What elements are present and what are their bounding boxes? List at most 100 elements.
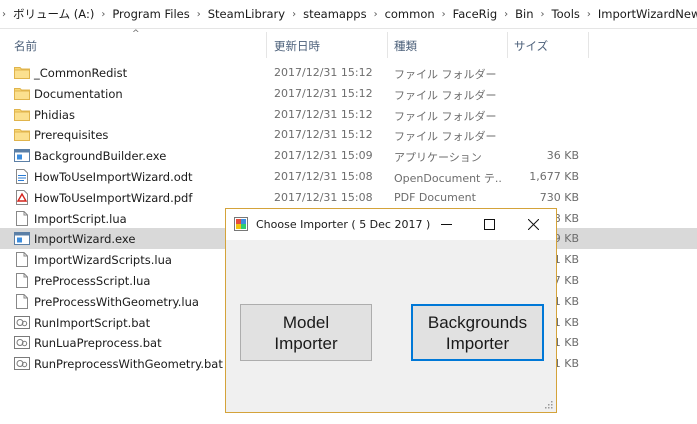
- file-size: 1 KB: [553, 294, 579, 308]
- sort-ascending-icon: ^: [132, 29, 140, 39]
- file-row[interactable]: Phidias 2017/12/31 15:12 ファイル フォルダー: [0, 104, 697, 125]
- file-type: PDF Document: [394, 190, 476, 204]
- breadcrumb-item[interactable]: Program Files: [111, 7, 190, 21]
- column-header-size[interactable]: サイズ: [514, 38, 548, 54]
- file-date: 2017/12/31 15:12: [274, 107, 373, 121]
- backgrounds-importer-button[interactable]: Backgrounds Importer: [411, 304, 544, 361]
- file-date: 2017/12/31 15:08: [274, 190, 373, 204]
- file-size: 730 KB: [539, 190, 579, 204]
- column-header-bar: ^ 名前 更新日時 種類 サイズ: [0, 28, 697, 60]
- file-size: 1 KB: [553, 357, 579, 371]
- bat-icon: [14, 356, 30, 371]
- backgrounds-importer-label-line2: Importer: [445, 333, 510, 353]
- document-icon: [14, 210, 30, 226]
- folder-icon: [14, 127, 30, 142]
- exe-icon: [14, 148, 30, 163]
- breadcrumb-separator-icon[interactable]: ›: [498, 9, 514, 20]
- file-name: RunPreprocessWithGeometry.bat: [34, 357, 223, 372]
- file-row[interactable]: HowToUseImportWizard.pdf 2017/12/31 15:08…: [0, 187, 697, 208]
- address-breadcrumb[interactable]: › ボリューム (A:) › Program Files › SteamLibrary › s…: [0, 0, 697, 29]
- close-button[interactable]: [511, 209, 555, 240]
- file-date: 2017/12/31 15:08: [274, 169, 373, 183]
- file-type: ファイル フォルダー: [394, 109, 497, 123]
- file-type: アプリケーション: [394, 151, 482, 165]
- file-name: Documentation: [34, 86, 123, 101]
- breadcrumb-item[interactable]: common: [384, 7, 436, 21]
- breadcrumb-item[interactable]: SteamLibrary: [207, 7, 286, 21]
- backgrounds-importer-label: Backgrounds Importer: [428, 312, 527, 354]
- bat-icon: [14, 315, 30, 330]
- file-size: 36 KB: [546, 149, 579, 163]
- breadcrumb-item[interactable]: FaceRig: [452, 7, 499, 21]
- breadcrumb-item[interactable]: Bin: [514, 7, 534, 21]
- file-size: 7 KB: [553, 273, 579, 287]
- file-row[interactable]: BackgroundBuilder.exe 2017/12/31 15:09 アプリ…: [0, 145, 697, 166]
- file-size: 9 KB: [553, 232, 579, 246]
- minimize-icon: [440, 224, 452, 225]
- dialog-title: Choose Importer ( 5 Dec 2017 ): [256, 218, 431, 231]
- file-row[interactable]: HowToUseImportWizard.odt 2017/12/31 15:08…: [0, 166, 697, 187]
- file-type: ファイル フォルダー: [394, 88, 497, 102]
- odt-icon: [14, 168, 30, 184]
- file-type: OpenDocument テ...: [394, 171, 502, 185]
- breadcrumb-item[interactable]: ImportWizardNew: [597, 7, 697, 21]
- file-name: BackgroundBuilder.exe: [34, 149, 167, 164]
- column-divider[interactable]: [588, 32, 589, 58]
- document-icon: [14, 252, 30, 268]
- maximize-button[interactable]: [467, 209, 511, 240]
- breadcrumb-separator-icon[interactable]: ›: [368, 9, 384, 20]
- file-name: Phidias: [34, 107, 75, 122]
- file-name: ImportScript.lua: [34, 211, 127, 226]
- file-row[interactable]: _CommonRedist 2017/12/31 15:12 ファイル フォルダー: [0, 62, 697, 83]
- breadcrumb-separator-icon[interactable]: ›: [0, 9, 12, 20]
- file-name: RunLuaPreprocess.bat: [34, 336, 162, 351]
- model-importer-button[interactable]: Model Importer: [240, 304, 372, 361]
- column-header-type[interactable]: 種類: [394, 38, 417, 54]
- model-importer-label: Model Importer: [274, 312, 337, 354]
- breadcrumb-item[interactable]: ボリューム (A:): [12, 6, 95, 22]
- dialog-title-bar[interactable]: Choose Importer ( 5 Dec 2017 ): [226, 209, 556, 240]
- resize-grip-icon[interactable]: [545, 401, 553, 409]
- minimize-button[interactable]: [424, 209, 468, 240]
- close-icon: [527, 219, 539, 230]
- folder-icon: [14, 65, 30, 80]
- file-name: ImportWizardScripts.lua: [34, 253, 172, 268]
- column-header-date[interactable]: 更新日時: [274, 38, 320, 54]
- breadcrumb-separator-icon[interactable]: ›: [95, 9, 111, 20]
- breadcrumb-item[interactable]: steamapps: [302, 7, 367, 21]
- column-divider[interactable]: [507, 32, 508, 58]
- breadcrumb-separator-icon[interactable]: ›: [535, 9, 551, 20]
- breadcrumb-separator-icon[interactable]: ›: [436, 9, 452, 20]
- file-row[interactable]: Prerequisites 2017/12/31 15:12 ファイル フォルダー: [0, 124, 697, 145]
- file-date: 2017/12/31 15:12: [274, 66, 373, 79]
- document-icon: [14, 272, 30, 288]
- document-icon: [14, 293, 30, 309]
- file-size: 1,677 KB: [529, 169, 579, 183]
- file-date: 2017/12/31 15:12: [274, 128, 373, 142]
- pdf-icon: [14, 189, 30, 205]
- file-name: HowToUseImportWizard.odt: [34, 169, 193, 184]
- file-name: ImportWizard.exe: [34, 232, 136, 247]
- file-row[interactable]: Documentation 2017/12/31 15:12 ファイル フォルダー: [0, 83, 697, 104]
- file-size: 1 KB: [553, 336, 579, 350]
- breadcrumb-separator-icon[interactable]: ›: [581, 9, 597, 20]
- model-importer-label-line2: Importer: [274, 333, 338, 353]
- choose-importer-dialog: Choose Importer ( 5 Dec 2017 ) Model Imp…: [225, 208, 557, 413]
- file-name: PreProcessScript.lua: [34, 273, 151, 288]
- folder-icon: [14, 86, 30, 101]
- file-size: 1 KB: [553, 315, 579, 329]
- column-divider[interactable]: [387, 32, 388, 58]
- column-header-name[interactable]: 名前: [14, 38, 37, 54]
- breadcrumb-separator-icon[interactable]: ›: [191, 9, 207, 20]
- file-size: 1 KB: [553, 253, 579, 267]
- breadcrumb-separator-icon[interactable]: ›: [286, 9, 302, 20]
- exe-icon: [14, 231, 30, 246]
- bat-icon: [14, 335, 30, 350]
- file-name: Prerequisites: [34, 128, 109, 143]
- file-date: 2017/12/31 15:09: [274, 149, 373, 163]
- app-window-icon: [234, 217, 248, 231]
- file-name: PreProcessWithGeometry.lua: [34, 294, 199, 309]
- model-importer-label-line1: Model: [282, 312, 330, 332]
- breadcrumb-item[interactable]: Tools: [551, 7, 581, 21]
- column-divider[interactable]: [266, 32, 267, 58]
